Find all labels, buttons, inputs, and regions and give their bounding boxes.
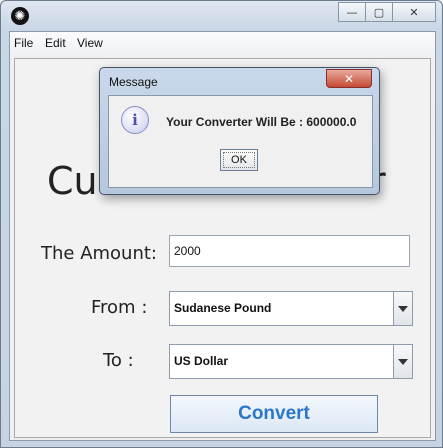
amount-label: The Amount: (41, 243, 157, 264)
menu-bar: File Edit View (10, 32, 435, 54)
to-label: To : (103, 350, 134, 371)
convert-button[interactable]: Convert (170, 395, 378, 433)
chevron-down-icon[interactable] (393, 345, 412, 378)
to-currency-select[interactable]: US Dollar (169, 344, 413, 379)
maximize-button[interactable]: ▢ (365, 2, 393, 22)
dialog-title: Message (109, 75, 158, 89)
from-currency-value: Sudanese Pound (174, 301, 272, 315)
menu-view[interactable]: View (77, 36, 103, 50)
from-currency-select[interactable]: Sudanese Pound (169, 291, 413, 326)
message-dialog: Message ✕ i Your Converter Will Be : 600… (99, 67, 380, 195)
java-app-icon[interactable]: ✺ (11, 7, 29, 25)
dialog-message: Your Converter Will Be : 600000.0 (166, 115, 357, 129)
amount-input[interactable]: 2000 (169, 235, 410, 267)
close-button[interactable]: ✕ (392, 2, 436, 22)
from-label: From : (91, 297, 148, 318)
title-bar[interactable]: ✺ — ▢ ✕ (1, 1, 442, 31)
info-icon: i (121, 106, 149, 134)
dialog-body: i Your Converter Will Be : 600000.0 OK (108, 95, 373, 188)
chevron-down-icon[interactable] (393, 292, 412, 325)
ok-button[interactable]: OK (220, 149, 258, 171)
window-controls: — ▢ ✕ (338, 2, 436, 22)
menu-file[interactable]: File (14, 36, 33, 50)
dialog-close-button[interactable]: ✕ (326, 69, 372, 88)
to-currency-value: US Dollar (174, 354, 229, 368)
menu-edit[interactable]: Edit (45, 36, 66, 50)
minimize-button[interactable]: — (338, 2, 366, 22)
